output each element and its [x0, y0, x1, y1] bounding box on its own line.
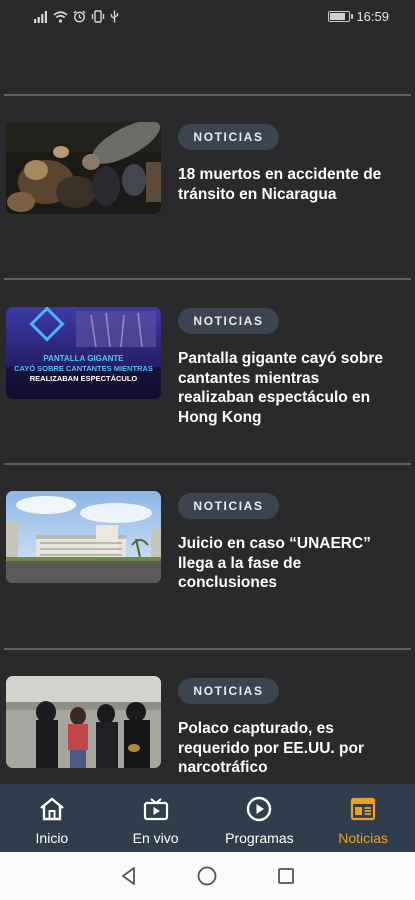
- news-thumbnail[interactable]: [6, 676, 161, 768]
- status-bar: 16:59: [0, 0, 415, 36]
- nav-item-programas[interactable]: Programas: [208, 784, 312, 852]
- home-circle-icon[interactable]: [196, 865, 218, 887]
- vibrate-icon: [91, 10, 105, 23]
- wifi-icon: [53, 10, 68, 23]
- nav-label: Inicio: [35, 830, 69, 846]
- signal-icon: [34, 10, 47, 23]
- news-card[interactable]: PANTALLA GIGANTE CAYÓ SOBRE CANTANTES MI…: [0, 282, 415, 462]
- nav-item-noticias[interactable]: Noticias: [311, 784, 415, 852]
- bottom-navigation: Inicio En vivo Programas Noticias: [0, 784, 415, 852]
- category-badge: NOTICIAS: [178, 308, 279, 334]
- nav-label: Programas: [225, 830, 294, 846]
- divider: [4, 94, 411, 96]
- tv-icon: [142, 795, 170, 823]
- recents-icon[interactable]: [276, 866, 296, 886]
- category-badge: NOTICIAS: [178, 124, 279, 150]
- news-headline[interactable]: Polaco capturado, es requerido por EE.UU…: [178, 719, 393, 778]
- nav-item-inicio[interactable]: Inicio: [0, 784, 104, 852]
- nav-item-en-vivo[interactable]: En vivo: [104, 784, 208, 852]
- news-thumbnail[interactable]: [6, 491, 161, 583]
- news-thumbnail[interactable]: [6, 122, 161, 214]
- news-card[interactable]: NOTICIAS 18 muertos en accidente de trán…: [0, 98, 415, 278]
- alarm-icon: [73, 10, 86, 23]
- battery-icon: [328, 11, 354, 22]
- divider: [4, 463, 411, 465]
- newspaper-icon: [349, 795, 377, 823]
- back-icon[interactable]: [119, 866, 139, 886]
- status-icons: [34, 10, 119, 23]
- news-card[interactable]: NOTICIAS Juicio en caso “UNAERC” llega a…: [0, 467, 415, 647]
- home-icon: [38, 795, 66, 823]
- news-headline[interactable]: Juicio en caso “UNAERC” llega a la fase …: [178, 534, 393, 593]
- category-badge: NOTICIAS: [178, 493, 279, 519]
- category-badge: NOTICIAS: [178, 678, 279, 704]
- play-circle-icon: [245, 795, 273, 823]
- news-thumbnail[interactable]: PANTALLA GIGANTE CAYÓ SOBRE CANTANTES MI…: [6, 307, 161, 399]
- news-headline[interactable]: Pantalla gigante cayó sobre cantantes mi…: [178, 349, 393, 427]
- nav-label: Noticias: [338, 830, 389, 846]
- news-card[interactable]: NOTICIAS Polaco capturado, es requerido …: [0, 652, 415, 784]
- clock: 16:59: [356, 9, 389, 24]
- nav-label: En vivo: [132, 830, 179, 846]
- usb-icon: [110, 10, 119, 23]
- news-feed[interactable]: NOTICIAS 18 muertos en accidente de trán…: [0, 36, 415, 784]
- status-right: 16:59: [328, 9, 389, 24]
- news-headline[interactable]: 18 muertos en accidente de tránsito en N…: [178, 165, 393, 204]
- divider: [4, 648, 411, 650]
- thumbnail-caption: PANTALLA GIGANTE CAYÓ SOBRE CANTANTES MI…: [14, 354, 153, 383]
- system-navigation-bar: [0, 852, 415, 900]
- divider: [4, 278, 411, 280]
